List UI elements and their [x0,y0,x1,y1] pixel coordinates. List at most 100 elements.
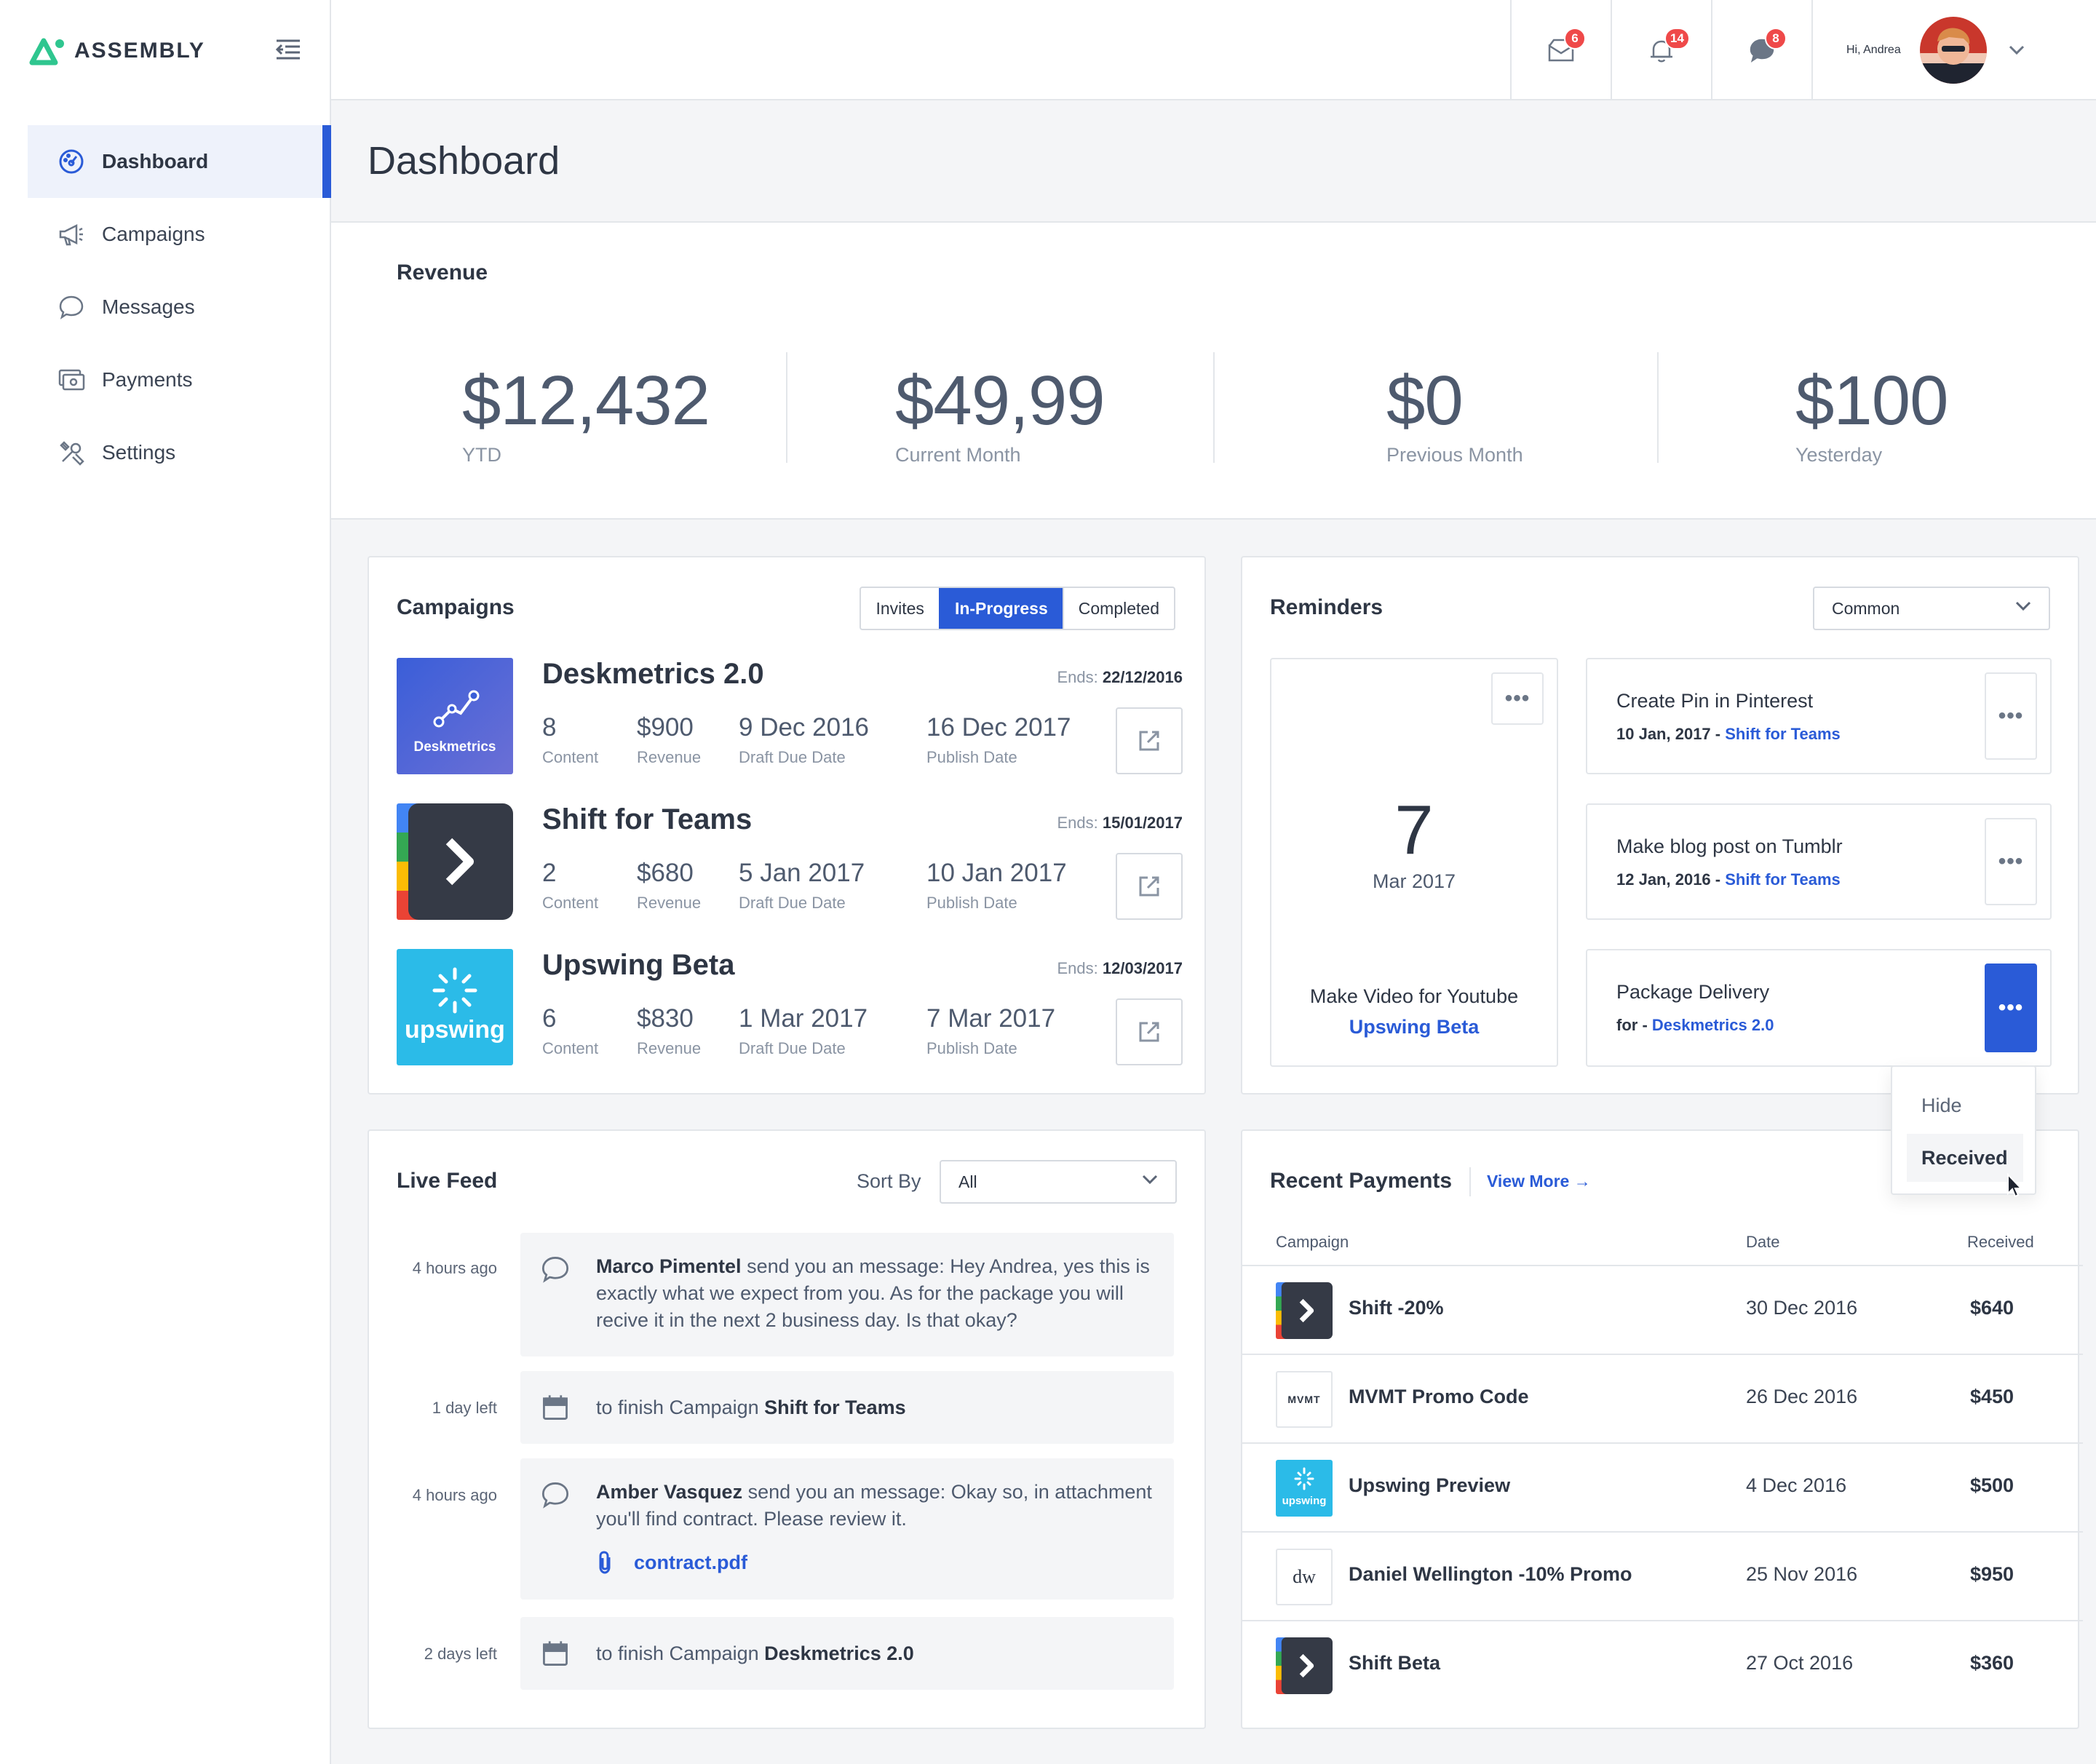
payments-icon [57,365,86,394]
column-header-received[interactable]: Received [1967,1233,2034,1252]
attachment-link[interactable]: contract.pdf [596,1550,747,1575]
reminder-options-button[interactable]: ••• [1985,818,2037,905]
ends-date: 22/12/2016 [1102,668,1183,686]
revenue-label: Previous Month [1386,444,1523,466]
reminder-options-button[interactable]: ••• [1491,672,1544,725]
tab-invites[interactable]: Invites [861,588,938,629]
sort-by-select[interactable]: All [940,1160,1177,1204]
campaign-name[interactable]: Deskmetrics 2.0 [542,658,764,691]
stat-label: Revenue [637,894,702,912]
campaigns-card: Campaigns Invites In-Progress Completed … [368,556,1206,1094]
featured-reminder[interactable]: ••• 7 Mar 2017 Make Video for Youtube Up… [1270,658,1558,1067]
thumbnail-label: upswing [405,1016,505,1044]
table-row[interactable]: dw Daniel Wellington -10% Promo 25 Nov 2… [1242,1531,2083,1620]
stat-revenue: $900 Revenue [637,713,701,767]
feed-time: 4 hours ago [412,1259,497,1277]
megaphone-icon [57,220,86,249]
table-row[interactable]: upswing Upswing Preview 4 Dec 2016 $500 [1242,1442,2083,1531]
external-link-icon [1139,876,1159,897]
ends-label: Ends: [1057,814,1098,832]
menu-item-hide[interactable]: Hide [1907,1081,2023,1129]
campaign-row: Shift for Teams Ends: 15/01/2017 2 Conten… [397,803,1183,920]
sidebar-item-dashboard[interactable]: Dashboard [28,125,331,198]
sidebar-item-payments[interactable]: Payments [28,343,331,416]
notifications-badge: 14 [1664,28,1690,49]
logo[interactable]: ASSEMBLY [29,35,205,67]
stat-value: 8 [542,713,557,742]
feed-author: Amber Vasquez [596,1481,743,1503]
view-more-link[interactable]: View More → [1487,1172,1591,1191]
tab-in-progress[interactable]: In-Progress [938,588,1063,629]
table-row[interactable]: Shift Beta 27 Oct 2016 $360 [1242,1620,2083,1709]
reminder-options-button-active[interactable]: ••• [1985,964,2037,1052]
feed-item[interactable]: Marco Pimentel send you an message: Hey … [520,1233,1174,1356]
stat-draft: 1 Mar 2017 Draft Due Date [739,1004,868,1058]
more-dots-icon: ••• [1998,849,2024,873]
column-header-date[interactable]: Date [1746,1233,1779,1252]
payment-campaign: Shift Beta [1349,1652,1441,1674]
chat-button[interactable]: 8 [1711,0,1811,100]
stat-label: Content [542,894,599,912]
feed-item[interactable]: to finish Campaign Shift for Teams [520,1371,1174,1444]
campaign-ends: Ends: 12/03/2017 [1057,959,1183,978]
user-menu[interactable]: Hi, Andrea [1811,0,2096,100]
stat-label: Revenue [637,1039,702,1057]
external-link-icon [1139,1022,1159,1042]
payment-date: 30 Dec 2016 [1746,1297,1858,1319]
brand-name: ASSEMBLY [74,39,205,63]
divider [1469,1167,1471,1196]
calendar-icon [543,1395,568,1420]
stat-label: Publish Date [926,894,1017,912]
notifications-button[interactable]: 14 [1611,0,1711,100]
chevron-down-icon [2009,45,2024,55]
open-campaign-button[interactable] [1116,707,1183,774]
reminder-date: for - [1616,1016,1648,1034]
reminder-item[interactable]: Make blog post on Tumblr 12 Jan, 2016 - … [1586,803,2052,920]
feed-item[interactable]: Amber Vasquez send you an message: Okay … [520,1458,1174,1600]
divider [786,352,787,463]
reminder-campaign-link[interactable]: Shift for Teams [1725,725,1841,743]
table-row[interactable]: MVMT MVMT Promo Code 26 Dec 2016 $450 [1242,1354,2083,1442]
reminder-item[interactable]: Package Delivery for - Deskmetrics 2.0 •… [1586,949,2052,1067]
upswing-thumbnail[interactable]: upswing [397,949,513,1065]
open-campaign-button[interactable] [1116,853,1183,920]
revenue-stat-previous-month: $0 Previous Month [1386,361,1523,466]
shift-thumbnail[interactable] [397,803,513,920]
daniel-wellington-thumbnail: dw [1276,1549,1333,1605]
payment-date: 26 Dec 2016 [1746,1386,1858,1407]
revenue-section: Revenue $12,432 YTD $49,99 Current Month… [331,223,2096,520]
reminder-day: 7 [1394,791,1434,869]
stat-label: Draft Due Date [739,1039,846,1057]
campaign-row: upswing Upswing Beta Ends: 12/03/2017 6 C… [397,949,1183,1065]
stat-content: 8 Content [542,713,598,767]
avatar [1919,17,1987,84]
campaign-name[interactable]: Shift for Teams [542,803,752,836]
column-header-campaign[interactable]: Campaign [1276,1233,1349,1252]
campaign-name[interactable]: Upswing Beta [542,949,734,982]
thumbnail-label: dw [1293,1566,1316,1587]
reminder-campaign-link[interactable]: Shift for Teams [1725,870,1841,889]
table-row[interactable]: Shift -20% 30 Dec 2016 $640 [1242,1265,2083,1354]
sidebar-item-messages[interactable]: Messages [28,271,331,343]
feed-campaign: Shift for Teams [764,1396,906,1418]
feed-item[interactable]: to finish Campaign Deskmetrics 2.0 [520,1617,1174,1690]
reminder-item[interactable]: Create Pin in Pinterest 10 Jan, 2017 - S… [1586,658,2052,774]
stat-label: Revenue [637,748,702,766]
collapse-sidebar-icon[interactable] [274,35,303,64]
reminder-subtitle: for - Deskmetrics 2.0 [1616,1016,1774,1035]
sidebar-item-campaigns[interactable]: Campaigns [28,198,331,271]
open-campaign-button[interactable] [1116,998,1183,1065]
reminder-options-button[interactable]: ••• [1985,672,2037,760]
inbox-button[interactable]: 6 [1510,0,1611,100]
feed-message-text: to finish Campaign [596,1396,765,1418]
reminder-campaign-link[interactable]: Upswing Beta [1271,1016,1557,1038]
calendar-icon [543,1641,568,1666]
chat-icon [57,293,86,322]
divider [1213,352,1215,463]
reminders-filter-select[interactable]: Common [1813,587,2050,630]
deskmetrics-thumbnail[interactable]: Deskmetrics [397,658,513,774]
more-dots-icon: ••• [1504,686,1531,710]
sidebar-item-settings[interactable]: Settings [28,416,331,489]
reminder-campaign-link[interactable]: Deskmetrics 2.0 [1652,1016,1774,1034]
tab-completed[interactable]: Completed [1062,588,1174,629]
